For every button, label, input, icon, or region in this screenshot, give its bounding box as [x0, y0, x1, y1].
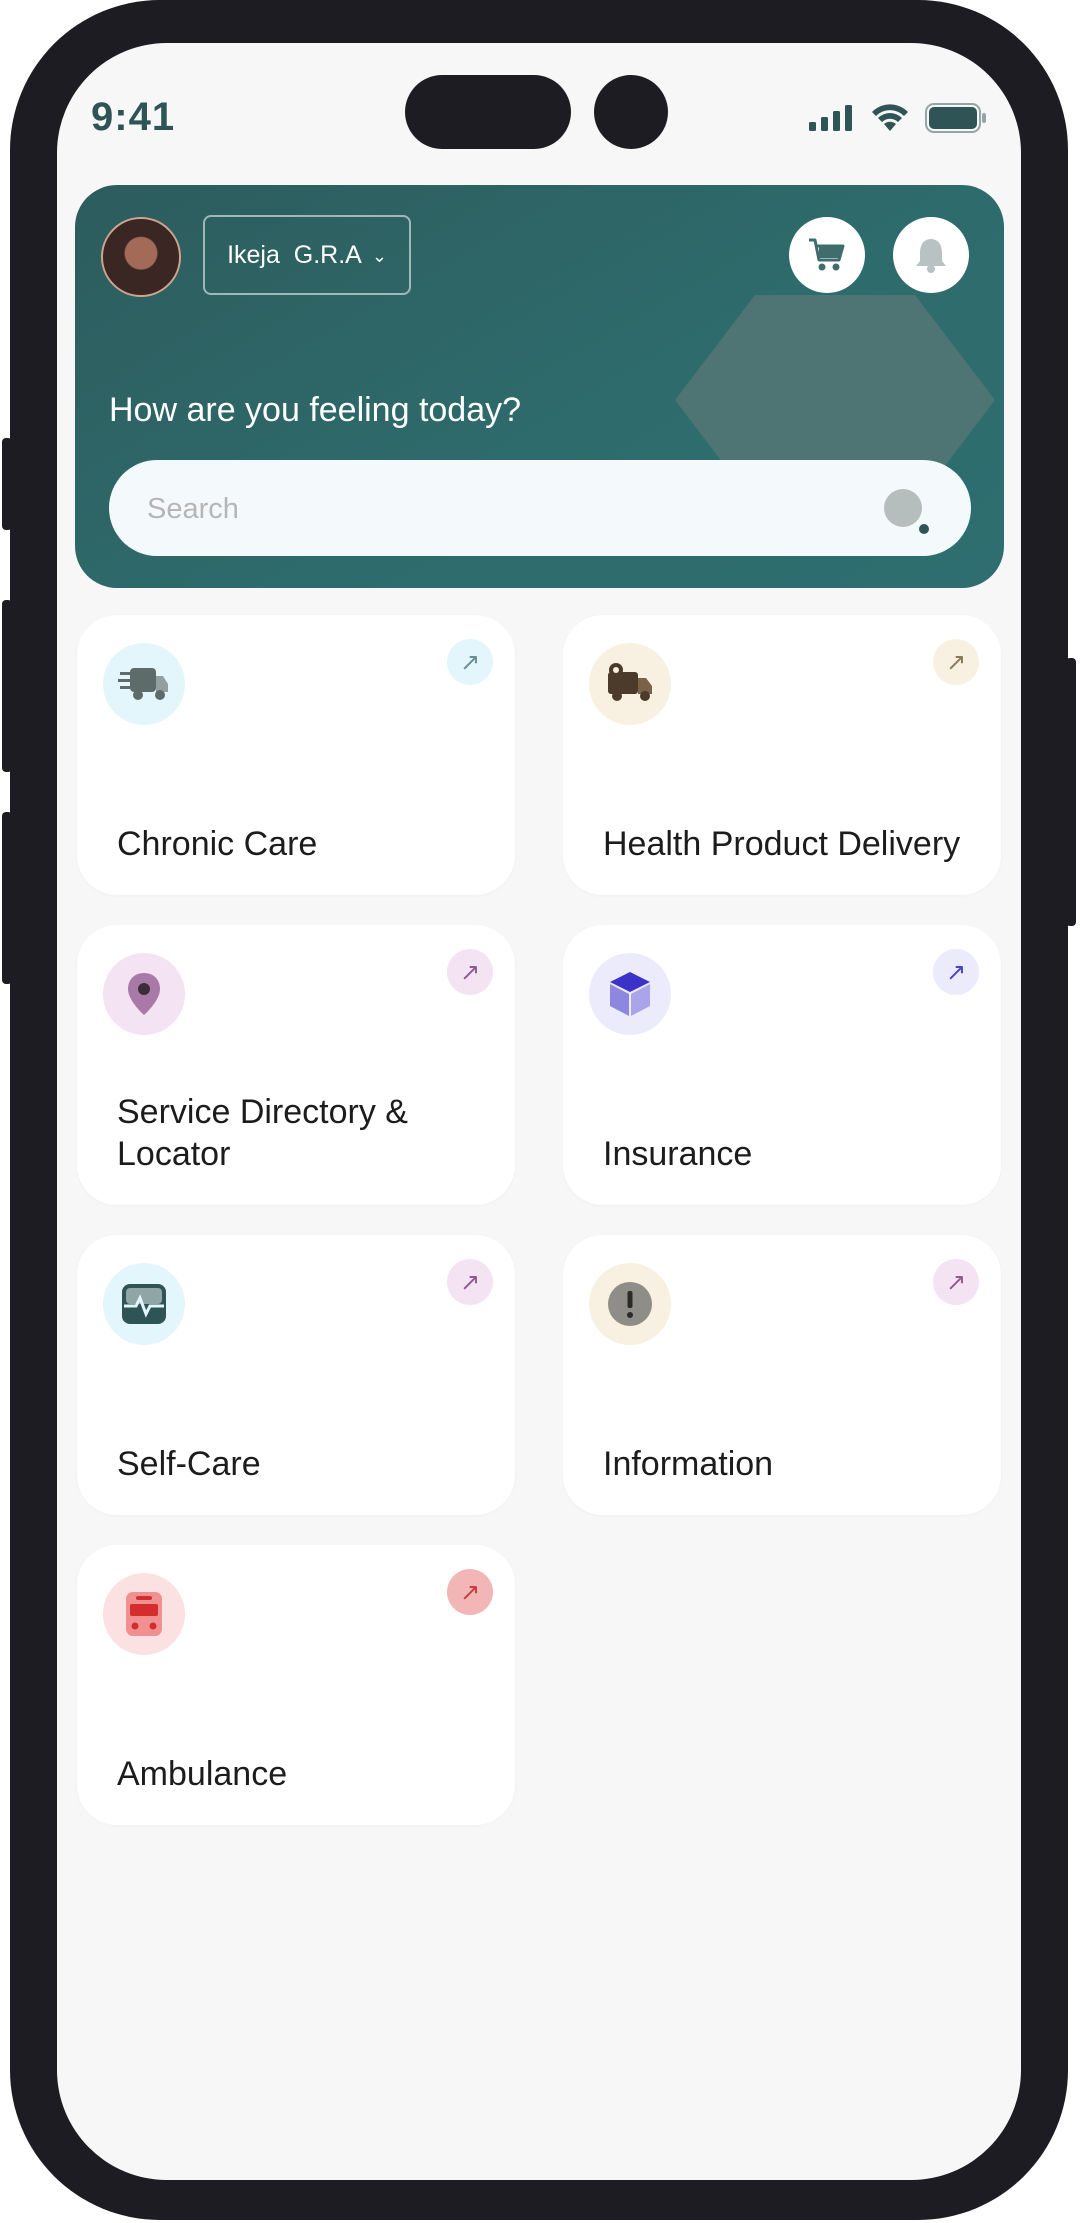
tile-chronic-care[interactable]: ↗ Chronic Care: [77, 615, 515, 895]
tile-label: Health Product Delivery: [603, 825, 961, 863]
dynamic-island-camera: [594, 75, 668, 149]
signal-icon: [809, 105, 852, 131]
tile-label: Information: [603, 1445, 774, 1483]
battery-icon: [925, 103, 986, 133]
tile-information[interactable]: ↗ Information: [563, 1235, 1001, 1515]
tile-label: Chronic Care: [117, 825, 318, 863]
arrow-up-right-icon[interactable]: ↗: [447, 1259, 493, 1305]
chevron-down-icon: ⌄: [371, 245, 387, 266]
health-monitor-icon: [103, 1263, 185, 1345]
side-button-volume-up: [2, 600, 12, 772]
tile-label: Ambulance: [117, 1755, 288, 1793]
bell-icon: [916, 239, 946, 273]
notifications-button[interactable]: [893, 217, 969, 293]
tile-ambulance[interactable]: ↗ Ambulance: [77, 1545, 515, 1825]
arrow-up-right-icon[interactable]: ↗: [933, 949, 979, 995]
arrow-up-right-icon[interactable]: ↗: [447, 639, 493, 685]
location-label: Ikeja G.R.A: [227, 240, 362, 269]
tile-insurance[interactable]: ↗ Insurance: [563, 925, 1001, 1205]
delivery-truck-icon: [589, 643, 671, 725]
arrow-up-right-icon[interactable]: ↗: [933, 1259, 979, 1305]
tile-label: Insurance: [603, 1135, 753, 1173]
search-input[interactable]: [145, 460, 849, 558]
truck-icon: [103, 643, 185, 725]
cart-button[interactable]: [789, 217, 865, 293]
arrow-up-right-icon[interactable]: ↗: [447, 949, 493, 995]
location-pin-icon: [103, 953, 185, 1035]
screen: 9:41 Ikeja G.R.A ⌄ How are you feeling t…: [57, 43, 1021, 2180]
search-icon[interactable]: [883, 488, 931, 536]
arrow-up-right-icon[interactable]: ↗: [933, 639, 979, 685]
info-icon: [589, 1263, 671, 1345]
arrow-up-right-icon[interactable]: ↗: [447, 1569, 493, 1615]
status-icons: [809, 103, 987, 133]
tile-health-product-delivery[interactable]: ↗ Health Product Delivery: [563, 615, 1001, 895]
box-icon: [589, 953, 671, 1035]
status-time: 9:41: [91, 95, 176, 139]
side-button-silent: [2, 438, 12, 530]
tile-label: Self-Care: [117, 1445, 261, 1483]
side-button-power: [1066, 658, 1076, 926]
tile-service-directory[interactable]: ↗ Service Directory & Locator: [77, 925, 515, 1205]
header-card: Ikeja G.R.A ⌄ How are you feeling today?: [75, 185, 1004, 588]
tile-label: Service Directory & Locator: [117, 1093, 408, 1173]
ambulance-icon: [103, 1573, 185, 1655]
cart-icon: [809, 238, 845, 271]
tile-self-care[interactable]: ↗ Self-Care: [77, 1235, 515, 1515]
wifi-icon: [872, 104, 908, 131]
side-button-volume-down: [2, 812, 12, 984]
search-bar[interactable]: [109, 460, 971, 558]
avatar[interactable]: [101, 217, 181, 297]
dynamic-island-pill: [405, 75, 571, 149]
location-selector[interactable]: Ikeja G.R.A ⌄: [203, 215, 411, 295]
greeting-text: How are you feeling today?: [109, 391, 522, 429]
